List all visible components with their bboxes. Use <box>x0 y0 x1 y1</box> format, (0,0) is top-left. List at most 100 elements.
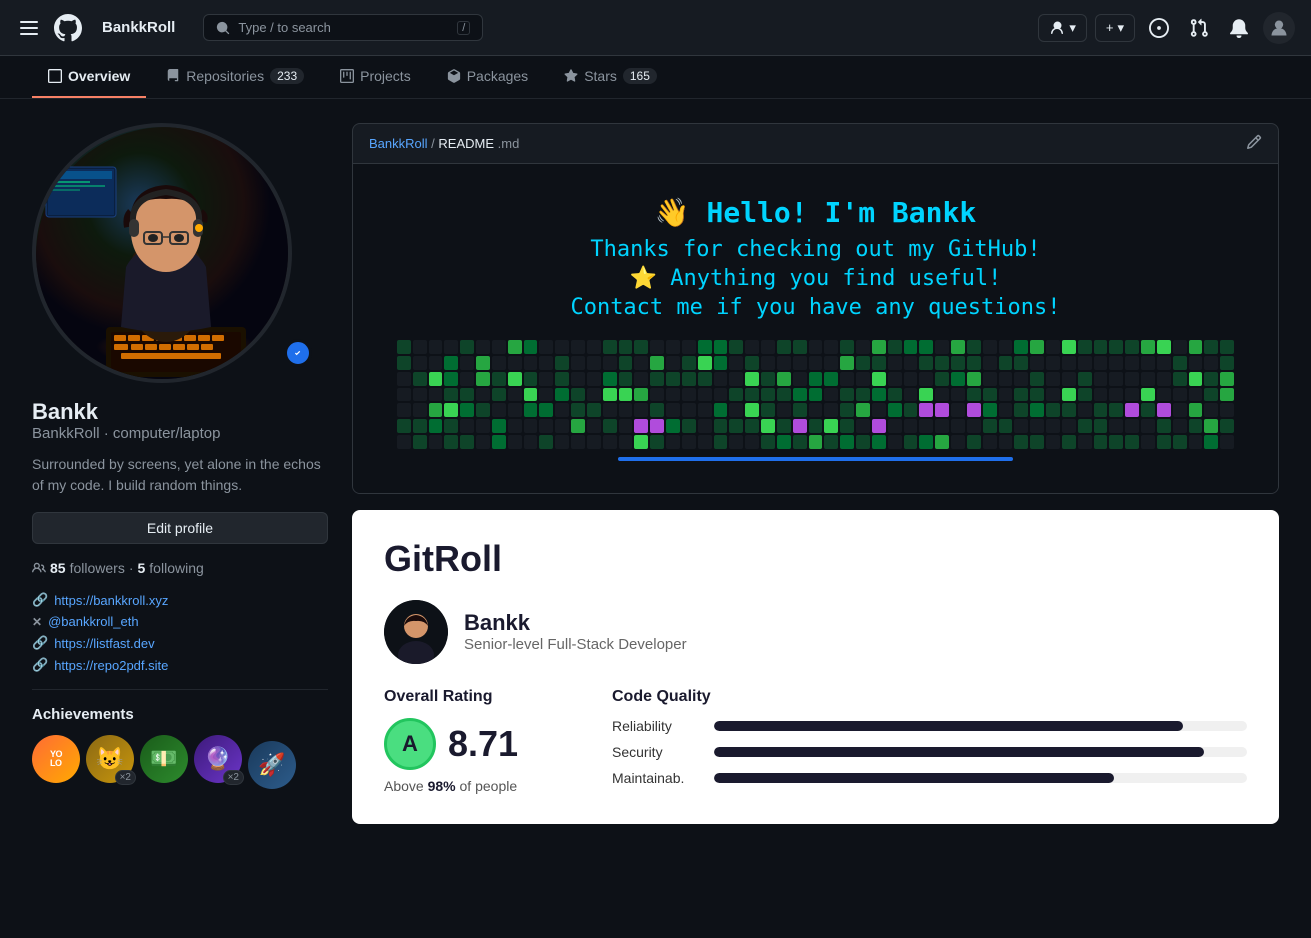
contrib-cell <box>1141 419 1155 433</box>
gitroll-avatar <box>384 600 448 664</box>
scrollbar[interactable] <box>618 457 1013 461</box>
contrib-cell <box>508 435 522 449</box>
achievement-badge-4[interactable]: 🔮 ×2 <box>194 735 242 783</box>
profile-link-repo2pdf[interactable]: 🔗 https://repo2pdf.site <box>32 657 328 673</box>
achievement-badge-2[interactable]: 😺 ×2 <box>86 735 134 783</box>
create-button[interactable]: + ▾ <box>1095 14 1135 42</box>
contrib-cell <box>508 340 522 354</box>
status-indicator <box>284 339 312 367</box>
contrib-cell <box>666 419 680 433</box>
achievement-badge-3[interactable]: 💵 <box>140 735 188 783</box>
contrib-cell <box>492 388 506 402</box>
contrib-cell <box>666 372 680 386</box>
contrib-cell <box>951 356 965 370</box>
quality-bars: Reliability Security Maintainab. <box>612 718 1247 786</box>
contrib-cell <box>413 419 427 433</box>
contrib-cell <box>935 372 949 386</box>
contrib-cell <box>1204 388 1218 402</box>
search-icon <box>216 21 230 35</box>
contrib-cell <box>634 372 648 386</box>
contrib-cell <box>872 372 886 386</box>
contrib-cell <box>444 403 458 417</box>
github-logo[interactable] <box>54 14 82 42</box>
contrib-cell <box>508 419 522 433</box>
contrib-cell <box>824 356 838 370</box>
contrib-cell <box>777 356 791 370</box>
contrib-cell <box>999 403 1013 417</box>
profile-link-twitter[interactable]: ✕ @bankkroll_eth <box>32 614 328 629</box>
contrib-cell <box>397 372 411 386</box>
contrib-cell <box>809 419 823 433</box>
contrib-cell <box>460 435 474 449</box>
contrib-cell <box>539 419 553 433</box>
contrib-cell <box>682 372 696 386</box>
profile-tab-nav: Overview Repositories 233 Projects Packa… <box>0 56 1311 99</box>
tab-repositories[interactable]: Repositories 233 <box>150 56 320 98</box>
contrib-cell <box>444 419 458 433</box>
achievement-badge-5[interactable]: 🚀 <box>248 741 296 789</box>
achievement-yolo[interactable]: YOLO <box>32 735 80 783</box>
search-bar[interactable]: Type / to search / <box>203 14 483 41</box>
contrib-cell <box>619 340 633 354</box>
tab-packages[interactable]: Packages <box>431 56 544 98</box>
contrib-cell <box>1030 435 1044 449</box>
contrib-cell <box>476 435 490 449</box>
notifications-button[interactable] <box>1223 12 1255 44</box>
issues-button[interactable] <box>1143 12 1175 44</box>
contrib-cell <box>1046 419 1060 433</box>
contrib-cell <box>714 356 728 370</box>
contrib-cell <box>824 419 838 433</box>
contrib-cell <box>650 372 664 386</box>
contrib-cell <box>1189 403 1203 417</box>
hamburger-button[interactable] <box>16 15 42 41</box>
contrib-cell <box>1014 372 1028 386</box>
profile-link-website[interactable]: 🔗 https://bankkroll.xyz <box>32 592 328 608</box>
contrib-cell <box>1204 403 1218 417</box>
profile-link-listfast[interactable]: 🔗 https://listfast.dev <box>32 635 328 651</box>
contrib-cell <box>698 356 712 370</box>
contrib-cell <box>1189 372 1203 386</box>
repo-icon <box>166 69 180 83</box>
contrib-cell <box>413 435 427 449</box>
contrib-cell <box>1141 356 1155 370</box>
contrib-cell <box>1141 340 1155 354</box>
tab-overview[interactable]: Overview <box>32 56 146 98</box>
contrib-cell <box>809 403 823 417</box>
contrib-cell <box>761 435 775 449</box>
code-quality-section: Code Quality Reliability Security Mainta… <box>612 688 1247 796</box>
contrib-cell <box>650 435 664 449</box>
tab-projects[interactable]: Projects <box>324 56 427 98</box>
user-avatar-nav[interactable] <box>1263 12 1295 44</box>
contrib-cell <box>967 340 981 354</box>
user-menu-button[interactable]: ▾ <box>1038 14 1087 42</box>
contrib-cell <box>793 435 807 449</box>
contrib-cell <box>840 419 854 433</box>
contrib-cell <box>904 388 918 402</box>
contrib-cell <box>1173 388 1187 402</box>
breadcrumb-repo[interactable]: BankkRoll <box>369 136 428 151</box>
contrib-cell <box>1014 403 1028 417</box>
following-link[interactable]: 5 <box>138 560 146 576</box>
tab-stars[interactable]: Stars 165 <box>548 56 673 98</box>
nav-avatar-icon <box>1269 18 1289 38</box>
contrib-cell <box>809 340 823 354</box>
edit-profile-button[interactable]: Edit profile <box>32 512 328 544</box>
followers-link[interactable]: 85 <box>50 560 66 576</box>
quality-bar-bg <box>714 773 1247 783</box>
contrib-cell <box>634 340 648 354</box>
quality-row: Security <box>612 744 1247 760</box>
contrib-cell <box>698 435 712 449</box>
contrib-cell <box>619 388 633 402</box>
contrib-cell <box>809 356 823 370</box>
pullrequests-button[interactable] <box>1183 12 1215 44</box>
edit-readme-button[interactable] <box>1246 134 1262 153</box>
contrib-cell <box>1014 356 1028 370</box>
contrib-cell <box>983 356 997 370</box>
contrib-cell <box>397 435 411 449</box>
profile-links-section: 🔗 https://bankkroll.xyz ✕ @bankkroll_eth… <box>32 592 328 673</box>
contrib-cell <box>444 372 458 386</box>
contrib-cell <box>587 435 601 449</box>
contrib-cell <box>1030 419 1044 433</box>
contrib-cell <box>888 403 902 417</box>
contrib-cell <box>666 403 680 417</box>
